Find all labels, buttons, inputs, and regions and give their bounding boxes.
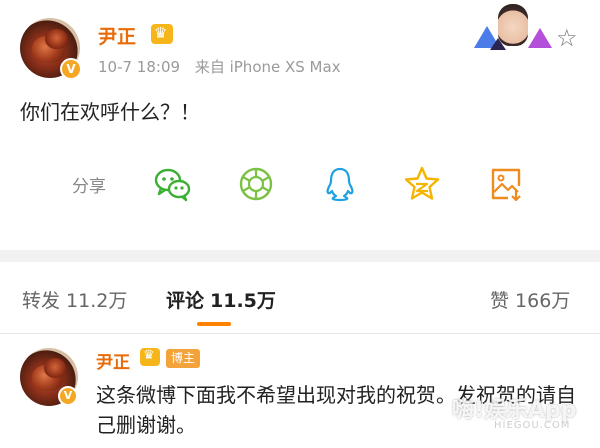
tab-like[interactable]: 赞 166万	[490, 286, 570, 313]
verified-badge-icon: V	[60, 58, 82, 80]
section-divider	[0, 250, 600, 262]
tab-repost-label: 转发	[22, 290, 61, 312]
wechat-icon[interactable]	[152, 164, 192, 204]
save-image-icon[interactable]	[486, 164, 526, 204]
watermark-subtext: HIEGOU.COM	[494, 420, 571, 431]
tab-comment-count: 11.5万	[210, 290, 276, 312]
favorite-star-icon[interactable]: ☆	[556, 26, 578, 50]
post-text: 你们在欢呼什么？！	[20, 100, 200, 124]
tab-comment-label: 评论	[166, 290, 205, 312]
weibo-post: V 尹正 10-7 18:09 来自 iPhone XS Max ☆ 你们在欢呼…	[0, 0, 600, 250]
post-source: 来自 iPhone XS Max	[194, 58, 341, 76]
tab-comment[interactable]: 评论 11.5万	[166, 286, 276, 313]
vip-crown-icon	[151, 24, 173, 44]
post-date: 10-7 18:09	[98, 58, 181, 76]
tab-like-label: 赞	[490, 290, 510, 312]
share-label: 分享	[72, 177, 106, 197]
verified-badge-icon: V	[58, 386, 78, 406]
host-badge: 博主	[166, 349, 201, 368]
tab-repost-count: 11.2万	[66, 290, 128, 312]
card-decoration-image	[472, 4, 554, 54]
tab-like-count: 166万	[515, 290, 571, 312]
post-author-name[interactable]: 尹正	[98, 22, 136, 49]
comment-author-name[interactable]: 尹正	[96, 348, 130, 373]
active-tab-indicator	[197, 322, 231, 326]
vip-crown-icon	[140, 348, 160, 366]
interaction-tabs: 转发 11.2万 评论 11.5万 赞 166万	[0, 262, 600, 334]
qq-icon[interactable]	[320, 164, 360, 204]
moments-icon[interactable]	[236, 164, 276, 204]
post-meta: 10-7 18:09 来自 iPhone XS Max	[98, 56, 351, 77]
share-row: 分享	[0, 158, 600, 208]
qzone-icon[interactable]	[402, 164, 442, 204]
tab-repost[interactable]: 转发 11.2万	[22, 286, 127, 313]
